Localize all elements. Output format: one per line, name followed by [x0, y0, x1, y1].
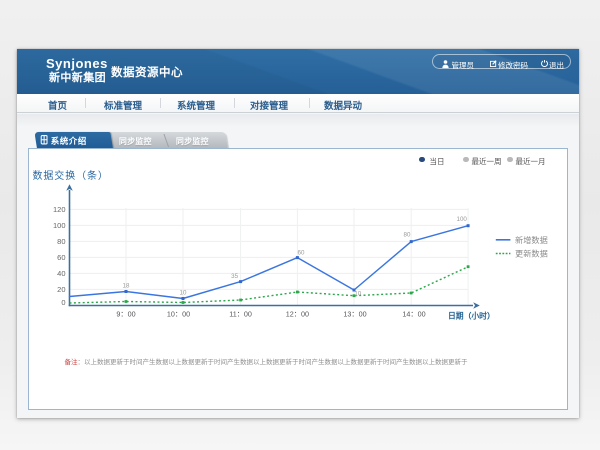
- svg-text:60: 60: [57, 253, 65, 262]
- svg-text:10: 10: [179, 290, 186, 297]
- svg-text:40: 40: [57, 269, 65, 278]
- svg-text:18: 18: [122, 283, 129, 290]
- svg-text:9：00: 9：00: [116, 310, 135, 319]
- svg-text:11：00: 11：00: [229, 310, 252, 319]
- svg-text:20: 20: [57, 285, 65, 294]
- svg-text:新增数据: 新增数据: [515, 235, 548, 245]
- svg-text:100: 100: [456, 216, 467, 223]
- svg-text:13：00: 13：00: [343, 310, 366, 319]
- svg-text:更新数据: 更新数据: [515, 249, 548, 259]
- svg-text:35: 35: [231, 273, 238, 280]
- svg-text:10: 10: [354, 291, 361, 298]
- svg-text:120: 120: [52, 205, 65, 214]
- svg-text:80: 80: [403, 232, 410, 239]
- svg-text:0: 0: [61, 298, 65, 307]
- svg-text:日期（小时）: 日期（小时）: [448, 311, 495, 321]
- svg-text:10：00: 10：00: [166, 310, 189, 319]
- svg-text:100: 100: [52, 221, 65, 230]
- svg-text:14：00: 14：00: [402, 310, 425, 319]
- svg-text:60: 60: [297, 250, 304, 257]
- svg-text:80: 80: [57, 237, 65, 246]
- svg-text:12：00: 12：00: [285, 310, 308, 319]
